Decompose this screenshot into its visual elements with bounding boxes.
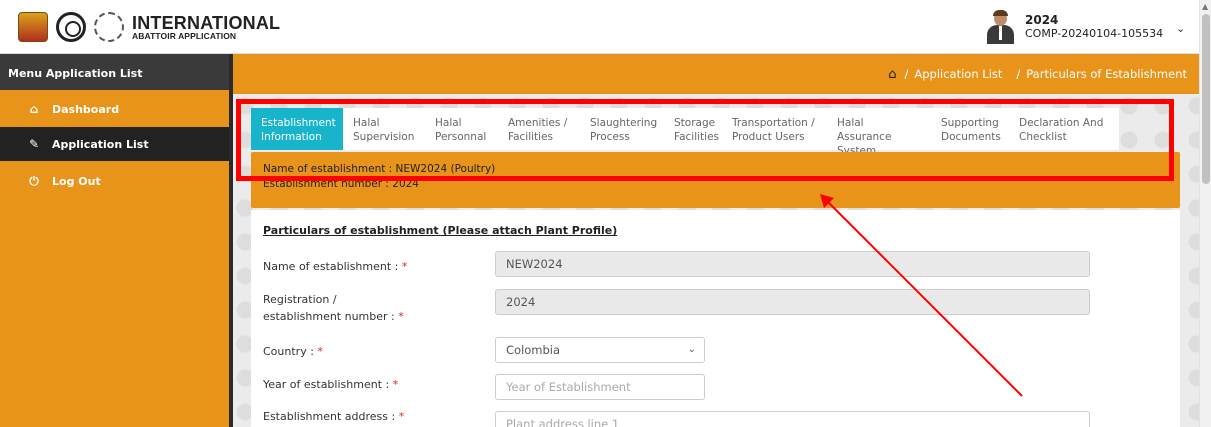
brand-text: INTERNATIONAL ABATTOIR APPLICATION xyxy=(132,14,280,41)
home-icon[interactable]: ⌂ xyxy=(888,67,896,82)
brand-subtitle: ABATTOIR APPLICATION xyxy=(132,30,237,41)
name-label: Name of establishment : * xyxy=(263,260,408,273)
breadcrumb-separator: / xyxy=(1016,67,1021,81)
breadcrumb-separator: / xyxy=(904,67,909,81)
annotation-highlight-box xyxy=(236,99,1174,181)
address-line-1-input[interactable]: Plant address line 1 xyxy=(495,411,1090,427)
halal-logo-icon xyxy=(56,12,86,42)
establishment-name-field[interactable]: NEW2024 xyxy=(495,251,1090,277)
user-info: 2024 COMP-20240104-105534 xyxy=(1025,12,1164,40)
crest-logo-icon xyxy=(18,12,48,42)
breadcrumb: ⌂ / Application List / Particulars of Es… xyxy=(888,67,1187,82)
breadcrumb-application-list[interactable]: Application List xyxy=(914,67,1002,82)
app-logo[interactable]: INTERNATIONAL ABATTOIR APPLICATION xyxy=(18,10,280,44)
home-icon: ⌂ xyxy=(29,102,39,116)
registration-label: Registration / establishment number : * xyxy=(263,293,404,324)
breadcrumb-current: Particulars of Establishment xyxy=(1026,67,1187,81)
registration-number-field[interactable]: 2024 xyxy=(495,289,1090,315)
required-mark: * xyxy=(317,345,323,358)
user-menu[interactable]: 2024 COMP-20240104-105534 xyxy=(985,10,1163,44)
country-label: Country : * xyxy=(263,345,323,358)
country-select[interactable]: Colombia ⌄ xyxy=(495,337,705,363)
sidebar-item-application-list[interactable]: ✎ Application List xyxy=(0,127,229,161)
avatar xyxy=(985,10,1015,44)
sidebar-item-dashboard[interactable]: ⌂ Dashboard xyxy=(0,92,229,126)
form-card: Particulars of establishment (Please att… xyxy=(251,210,1180,427)
ring-logo-icon xyxy=(94,12,124,42)
top-header: INTERNATIONAL ABATTOIR APPLICATION 2024 … xyxy=(0,0,1211,54)
chevron-down-icon[interactable]: ⌄ xyxy=(1176,22,1185,35)
chevron-down-icon: ⌄ xyxy=(687,344,696,355)
sidebar-item-label: Application List xyxy=(52,137,149,151)
sidebar-title: Menu Application List xyxy=(0,54,229,90)
required-mark: * xyxy=(398,410,405,423)
user-code: COMP-20240104-105534 xyxy=(1025,26,1164,40)
required-mark: * xyxy=(401,260,408,273)
required-mark: * xyxy=(398,310,404,324)
edit-icon: ✎ xyxy=(28,137,40,151)
year-label: Year of establishment : * xyxy=(263,378,399,391)
sidebar-item-label: Dashboard xyxy=(52,102,120,116)
power-icon: ⏻ xyxy=(29,173,39,188)
section-title: Particulars of establishment (Please att… xyxy=(263,224,618,237)
page-scrollbar[interactable]: ▲ xyxy=(1199,0,1211,427)
sidebar-item-log-out[interactable]: ⏻ Log Out xyxy=(0,164,229,198)
required-mark: * xyxy=(392,378,399,391)
scroll-up-icon[interactable]: ▲ xyxy=(1202,2,1208,11)
year-of-establishment-input[interactable]: Year of Establishment xyxy=(495,374,705,400)
user-name: 2024 xyxy=(1025,12,1059,27)
scroll-thumb[interactable] xyxy=(1202,14,1210,184)
address-label: Establishment address : * xyxy=(263,410,405,423)
breadcrumb-bar: ⌂ / Application List / Particulars of Es… xyxy=(233,54,1199,94)
brand-title: INTERNATIONAL xyxy=(132,12,281,33)
sidebar-item-label: Log Out xyxy=(52,174,101,188)
sidebar: Menu Application List ⌂ Dashboard ✎ Appl… xyxy=(0,54,229,427)
